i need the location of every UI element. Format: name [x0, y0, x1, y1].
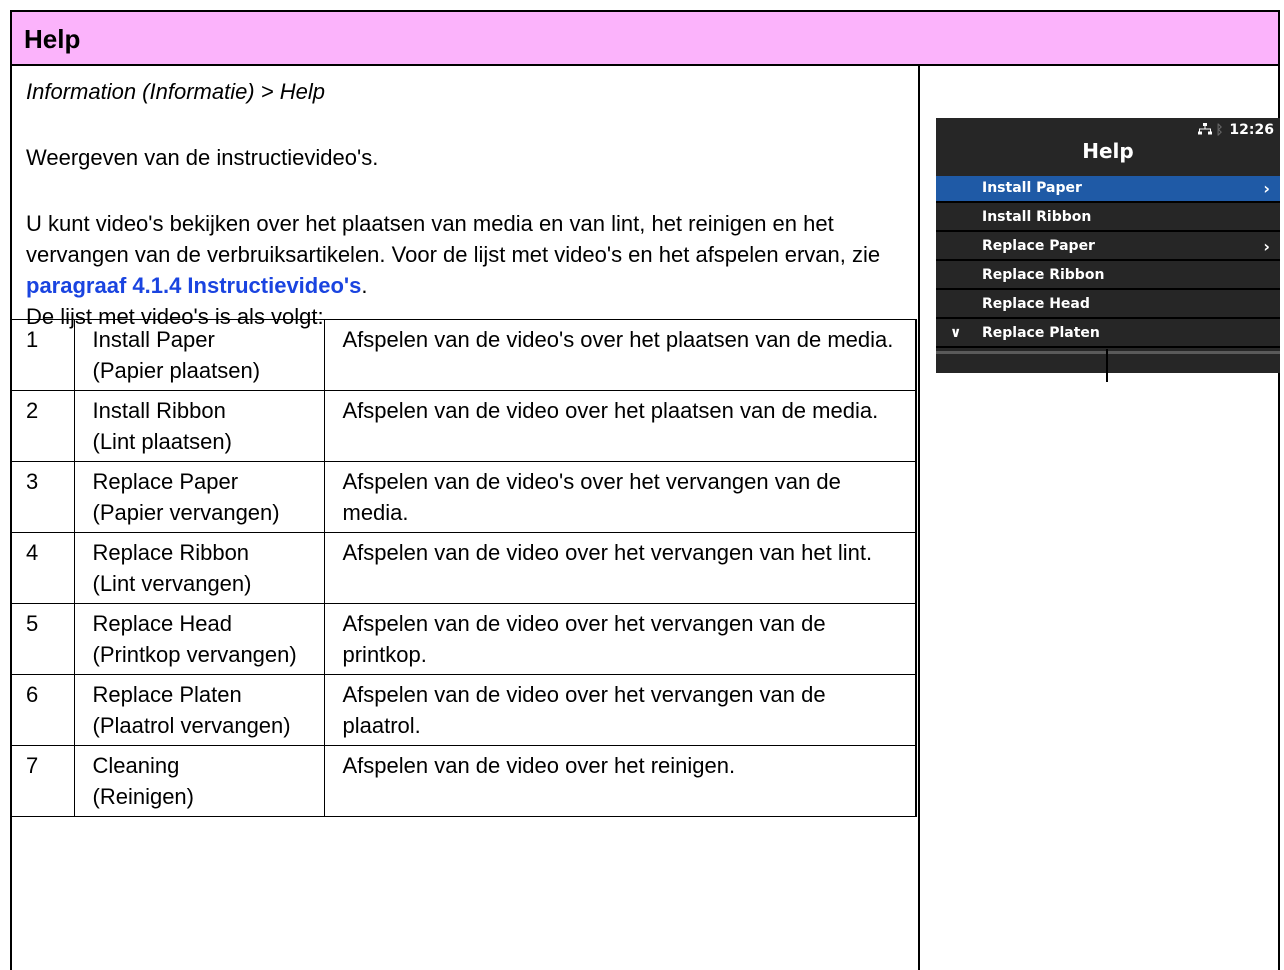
menu-item-label: Replace Head	[982, 296, 1090, 312]
menu-item[interactable]: Install Paper ›	[936, 176, 1280, 203]
screen-title: Help	[1082, 139, 1134, 163]
video-name-en: Install Paper	[92, 327, 215, 352]
menu-item[interactable]: Replace Head	[936, 292, 1280, 319]
network-icon	[1197, 123, 1212, 135]
video-name-nl: (Papier plaatsen)	[92, 358, 261, 383]
video-name-en: Replace Paper	[92, 469, 239, 494]
row-number: 5	[12, 603, 75, 675]
description-body: U kunt video's bekijken over het plaatse…	[26, 211, 881, 267]
menu-item[interactable]: Install Ribbon	[936, 205, 1280, 232]
video-name-nl: (Plaatrol vervangen)	[92, 713, 291, 738]
video-description: Afspelen van de video over het vervangen…	[323, 674, 917, 746]
video-description: Afspelen van de video's over het vervang…	[323, 461, 917, 533]
video-description: Afspelen van de video's over het plaatse…	[323, 319, 917, 391]
row-number: 3	[12, 461, 75, 533]
video-description: Afspelen van de video over het plaatsen …	[323, 390, 917, 462]
chevron-down-icon: ∨	[950, 325, 962, 341]
chevron-right-icon: ›	[1263, 179, 1270, 198]
video-name-nl: (Lint plaatsen)	[92, 429, 232, 454]
row-number: 7	[12, 745, 75, 817]
row-number: 6	[12, 674, 75, 746]
menu-item-label: Replace Paper	[982, 238, 1095, 254]
video-name-en: Replace Ribbon	[92, 540, 250, 565]
video-name-en: Replace Platen	[92, 682, 242, 707]
section-title: Help	[24, 24, 81, 54]
manual-page: Help Information (Informatie) > Help Wee…	[0, 0, 1284, 970]
row-number: 4	[12, 532, 75, 604]
clock: 12:26	[1229, 122, 1274, 138]
video-name: Replace Ribbon (Lint vervangen)	[73, 532, 325, 604]
menu-item-label: Install Ribbon	[982, 209, 1092, 225]
help-section-frame: Help Information (Informatie) > Help Wee…	[10, 10, 1280, 970]
description-end: .	[361, 273, 368, 298]
row-number: 2	[12, 390, 75, 462]
bluetooth-icon: ᛒ	[1215, 123, 1224, 138]
video-name-nl: (Reinigen)	[92, 784, 195, 809]
section-link[interactable]: paragraaf 4.1.4 Instructievideo's	[26, 273, 361, 298]
video-name-nl: (Papier vervangen)	[92, 500, 280, 525]
menu-item[interactable]: Replace Platen ∨	[936, 321, 1280, 348]
video-name: Replace Head (Printkop vervangen)	[73, 603, 325, 675]
menu-item[interactable]: Replace Ribbon	[936, 263, 1280, 290]
video-name-en: Install Ribbon	[92, 398, 226, 423]
video-name-nl: (Printkop vervangen)	[92, 642, 297, 667]
menu-item-label: Replace Ribbon	[982, 267, 1105, 283]
description-text: U kunt video's bekijken over het plaatse…	[26, 208, 906, 332]
softkey-bar-line	[936, 351, 1280, 354]
video-description: Afspelen van de video over het reinigen.	[323, 745, 917, 817]
table-row: 6 Replace Platen (Plaatrol vervangen) Afspe…	[12, 674, 917, 746]
softkey-separator	[1106, 349, 1108, 382]
video-name-en: Cleaning	[92, 753, 180, 778]
video-table: 1 Install Paper (Papier plaatsen) Afspelen …	[12, 319, 917, 817]
menu-path: Information (Informatie) > Help	[26, 79, 325, 104]
video-description: Afspelen van de video over het vervangen…	[323, 603, 917, 675]
printer-screen: ᛒ 12:26 Help Install Paper › Install Ribbon…	[936, 118, 1280, 382]
section-header: Help	[12, 12, 1278, 66]
status-bar: ᛒ 12:26	[1197, 122, 1274, 138]
table-row: 2 Install Ribbon (Lint plaatsen) Afspelen v…	[12, 390, 917, 462]
table-row: 1 Install Paper (Papier plaatsen) Afspelen …	[12, 319, 917, 391]
video-name: Install Ribbon (Lint plaatsen)	[73, 390, 325, 462]
menu-item[interactable]: Replace Paper ›	[936, 234, 1280, 261]
video-name-en: Replace Head	[92, 611, 232, 636]
video-name-nl: (Lint vervangen)	[92, 571, 252, 596]
menu-item-label: Install Paper	[982, 180, 1082, 196]
table-row: 5 Replace Head (Printkop vervangen) Afspele…	[12, 603, 917, 675]
table-row: 4 Replace Ribbon (Lint vervangen) Afspelen …	[12, 532, 917, 604]
table-row: 3 Replace Paper (Papier vervangen) Afspelen…	[12, 461, 917, 533]
table-row: 7 Cleaning (Reinigen) Afspelen van de video…	[12, 745, 917, 817]
summary-text: Weergeven van de instructievideo's.	[26, 145, 379, 170]
video-name: Replace Paper (Papier vervangen)	[73, 461, 325, 533]
column-divider	[918, 66, 920, 970]
row-number: 1	[12, 319, 75, 391]
menu-item-label: Replace Platen	[982, 325, 1100, 341]
video-name: Replace Platen (Plaatrol vervangen)	[73, 674, 325, 746]
chevron-right-icon: ›	[1263, 237, 1270, 256]
video-name: Install Paper (Papier plaatsen)	[73, 319, 325, 391]
video-description: Afspelen van de video over het vervangen…	[323, 532, 917, 604]
video-name: Cleaning (Reinigen)	[73, 745, 325, 817]
